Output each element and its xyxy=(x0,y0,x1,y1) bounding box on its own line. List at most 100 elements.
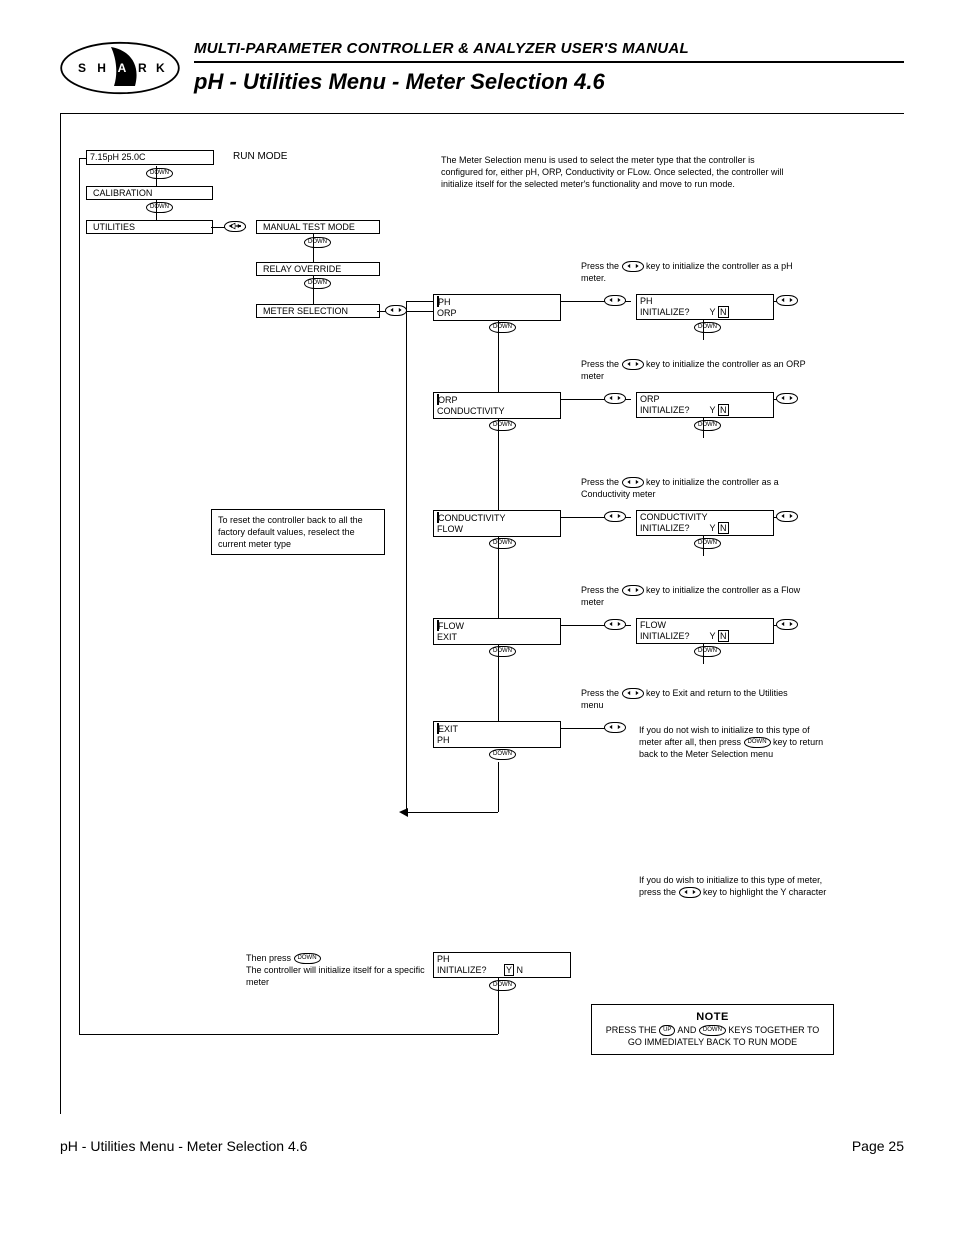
shark-logo: S H A R K xyxy=(60,41,180,95)
down-key-icon: DOWN xyxy=(304,278,331,289)
utilities-box: UTILITIES xyxy=(86,220,213,234)
enter-key-icon xyxy=(604,722,626,733)
press-flow-para: Press the key to initialize the controll… xyxy=(581,584,811,608)
enter-key-icon xyxy=(604,393,626,404)
connector xyxy=(313,276,314,304)
connector xyxy=(79,158,86,159)
enter-key-icon xyxy=(679,887,701,898)
enter-key-icon xyxy=(622,261,644,272)
connector xyxy=(498,320,499,392)
lcd-ph-init: PHINITIALIZE? Y N xyxy=(636,294,774,320)
enter-key-icon xyxy=(385,305,407,316)
note-body: PRESS THE UP AND DOWN KEYS TOGETHER TO G… xyxy=(600,1024,825,1048)
up-key-icon: UP xyxy=(659,1025,675,1036)
down-key-icon: DOWN xyxy=(146,168,173,179)
lcd-cond-init: CONDUCTIVITYINITIALIZE? Y N xyxy=(636,510,774,536)
enter-key-icon xyxy=(776,295,798,306)
connector xyxy=(156,166,157,186)
enter-key-icon xyxy=(776,393,798,404)
header-rule xyxy=(194,61,904,63)
reset-tip-box: To reset the controller back to all the … xyxy=(211,509,385,555)
connector xyxy=(498,418,499,510)
page-title: pH - Utilities Menu - Meter Selection 4.… xyxy=(194,69,904,95)
connector xyxy=(703,320,704,340)
lcd-flow-init: FLOWINITIALIZE? Y N xyxy=(636,618,774,644)
yes-init-para: If you do wish to initialize to this typ… xyxy=(639,874,829,898)
down-key-icon: DOWN xyxy=(694,646,721,657)
down-key-icon: DOWN xyxy=(489,538,516,549)
down-key-icon: DOWN xyxy=(294,953,321,964)
logo-letter: K xyxy=(156,61,165,75)
connector xyxy=(79,158,80,1034)
then-press-para: Then press DOWNThe controller will initi… xyxy=(246,952,436,988)
manual-title: MULTI-PARAMETER CONTROLLER & ANALYZER US… xyxy=(194,40,904,57)
lcd-flow: FLOWEXIT xyxy=(433,618,561,645)
lcd-exit: EXITPH xyxy=(433,721,561,748)
page-footer: pH - Utilities Menu - Meter Selection 4.… xyxy=(60,1138,904,1154)
enter-key-icon xyxy=(776,619,798,630)
connector xyxy=(498,536,499,618)
enter-key-icon xyxy=(776,511,798,522)
connector xyxy=(498,644,499,721)
down-key-icon: DOWN xyxy=(489,980,516,991)
down-key-icon: DOWN xyxy=(489,646,516,657)
connector xyxy=(498,762,499,812)
calibration-box: CALIBRATION xyxy=(86,186,213,200)
logo-letter: H xyxy=(97,61,106,75)
lcd-runmode: 7.15pH 25.0C xyxy=(86,150,214,165)
down-key-icon: DOWN xyxy=(146,202,173,213)
press-cond-para: Press the key to initialize the controll… xyxy=(581,476,821,500)
lcd-orp: ORPCONDUCTIVITY xyxy=(433,392,561,419)
down-key-icon: DOWN xyxy=(699,1025,726,1036)
down-key-icon: DOWN xyxy=(489,749,516,760)
down-key-icon: DOWN xyxy=(694,538,721,549)
down-key-icon: DOWN xyxy=(744,737,771,748)
connector xyxy=(313,234,314,262)
press-orp-para: Press the key to initialize the controll… xyxy=(581,358,811,382)
enter-key-icon xyxy=(622,477,644,488)
enter-key-icon xyxy=(622,688,644,699)
enter-key-icon xyxy=(604,511,626,522)
relay-override-box: RELAY OVERRIDE xyxy=(256,262,380,276)
connector xyxy=(406,812,498,813)
init-line: INITIALIZE? Y N xyxy=(640,306,729,318)
connector xyxy=(79,1034,498,1035)
arrow-icon xyxy=(399,808,409,817)
no-init-para: If you do not wish to initialize to this… xyxy=(639,724,829,760)
connector xyxy=(703,644,704,664)
enter-key-icon xyxy=(622,359,644,370)
intro-paragraph: The Meter Selection menu is used to sele… xyxy=(441,154,791,190)
logo-letter: R xyxy=(138,61,147,75)
init-line: INITIALIZE? Y N xyxy=(640,522,729,534)
note-title: NOTE xyxy=(600,1011,825,1024)
note-box: NOTE PRESS THE UP AND DOWN KEYS TOGETHER… xyxy=(591,1004,834,1055)
enter-key-icon xyxy=(604,295,626,306)
manual-test-box: MANUAL TEST MODE xyxy=(256,220,380,234)
enter-key-icon xyxy=(604,619,626,630)
connector xyxy=(703,418,704,438)
down-key-icon: DOWN xyxy=(694,322,721,333)
connector xyxy=(156,200,157,220)
footer-left: pH - Utilities Menu - Meter Selection 4.… xyxy=(60,1138,307,1154)
init-line: INITIALIZE? Y N xyxy=(640,404,729,416)
down-key-icon: DOWN xyxy=(489,420,516,431)
footer-right: Page 25 xyxy=(852,1138,904,1154)
lcd-cond: CONDUCTIVITYFLOW xyxy=(433,510,561,537)
lcd-orp-init: ORPINITIALIZE? Y N xyxy=(636,392,774,418)
run-mode-label: RUN MODE xyxy=(233,151,287,162)
init-line: INITIALIZE? Y N xyxy=(640,630,729,642)
enter-key-icon xyxy=(224,221,246,232)
logo-letter: S xyxy=(78,61,86,75)
connector xyxy=(498,978,499,1034)
enter-key-icon xyxy=(622,585,644,596)
init-line: INITIALIZE? Y N xyxy=(437,964,523,976)
connector xyxy=(406,301,433,302)
down-key-icon: DOWN xyxy=(489,322,516,333)
press-exit-para: Press the key to Exit and return to the … xyxy=(581,687,811,711)
connector xyxy=(406,301,407,812)
lcd-final: PHINITIALIZE? Y N xyxy=(433,952,571,978)
down-key-icon: DOWN xyxy=(694,420,721,431)
page-header: S H A R K MULTI-PARAMETER CONTROLLER & A… xyxy=(60,40,904,95)
press-ph-para: Press the key to initialize the controll… xyxy=(581,260,811,284)
flow-diagram: The Meter Selection menu is used to sele… xyxy=(60,113,904,1114)
